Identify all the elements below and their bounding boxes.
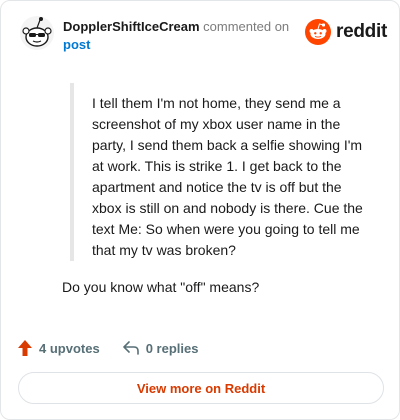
upvote-button[interactable]: 4 upvotes	[17, 339, 100, 357]
embedded-comment-card: DopplerShiftIceCream commented on post r…	[0, 0, 400, 420]
comment-meta: DopplerShiftIceCream commented on post	[63, 18, 289, 54]
replies-count: 0 replies	[145, 340, 199, 356]
username-link[interactable]: DopplerShiftIceCream	[63, 19, 200, 34]
quote-text: I tell them I'm not home, they send me a…	[92, 95, 363, 258]
reddit-brand[interactable]: reddit	[305, 17, 387, 47]
reddit-wordmark: reddit	[336, 21, 387, 42]
quoted-text-block: I tell them I'm not home, they send me a…	[70, 83, 374, 261]
upvotes-count: 4 upvotes	[39, 340, 100, 356]
comment-actions: 4 upvotes 0 replies	[17, 337, 220, 359]
comment-body: Do you know what "off" means?	[62, 279, 260, 295]
upvote-arrow-icon	[18, 340, 32, 356]
commented-on-label: commented on	[203, 19, 290, 34]
replies-button[interactable]: 0 replies	[122, 340, 199, 356]
view-more-button[interactable]: View more on Reddit	[18, 372, 384, 404]
reddit-logo-icon	[305, 19, 332, 45]
user-avatar[interactable]	[19, 15, 55, 51]
reply-arrow-icon	[122, 341, 139, 355]
comment-header: DopplerShiftIceCream commented on post r…	[19, 15, 389, 55]
post-link[interactable]: post	[63, 36, 289, 54]
